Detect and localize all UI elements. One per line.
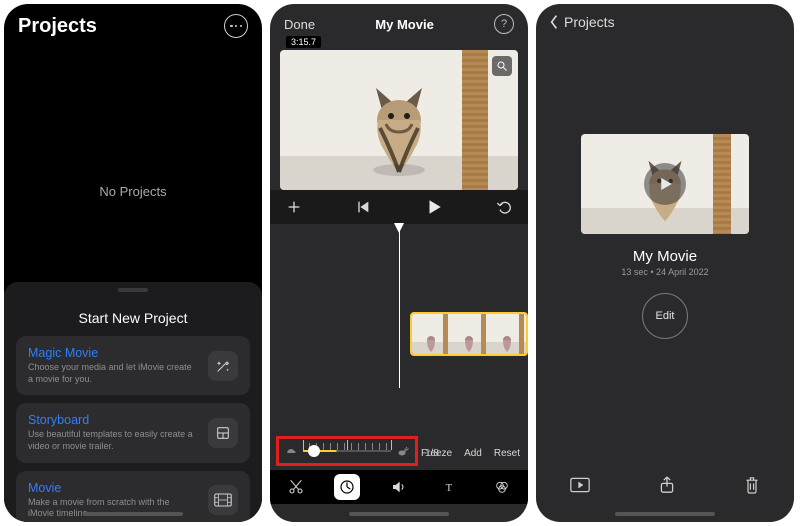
projects-screen: Projects No Projects Start New Project M… xyxy=(4,4,262,522)
playhead[interactable] xyxy=(399,224,400,388)
project-title: My Movie xyxy=(375,17,434,32)
reset-speed-button[interactable]: Reset xyxy=(494,448,520,459)
speed-thumb[interactable] xyxy=(308,445,320,457)
project-thumbnail[interactable] xyxy=(581,134,749,234)
home-indicator[interactable] xyxy=(615,512,715,516)
project-actions xyxy=(536,466,794,504)
play-fullscreen-button[interactable] xyxy=(570,477,590,493)
card-desc: Make a movie from scratch with the iMovi… xyxy=(28,497,198,520)
add-media-button[interactable] xyxy=(286,199,302,215)
help-button[interactable]: ? xyxy=(494,14,514,34)
storyboard-icon xyxy=(208,418,238,448)
cat-image xyxy=(356,80,442,180)
back-button[interactable]: Projects xyxy=(564,14,615,30)
sheet-grabber[interactable] xyxy=(118,288,148,292)
projects-title: Projects xyxy=(18,15,97,38)
project-meta: 13 sec • 24 April 2022 xyxy=(536,267,794,277)
clip-time-badge: 3:15.7 xyxy=(286,32,321,50)
undo-button[interactable] xyxy=(496,199,512,215)
speed-track[interactable] xyxy=(303,450,391,452)
play-overlay-icon[interactable] xyxy=(644,163,686,205)
titles-tool[interactable]: T xyxy=(438,474,464,500)
video-preview[interactable] xyxy=(280,50,518,190)
back-chevron-icon[interactable] xyxy=(548,14,560,30)
magic-movie-card[interactable]: Magic Movie Choose your media and let iM… xyxy=(16,336,250,395)
play-button[interactable] xyxy=(425,198,443,216)
magic-wand-icon xyxy=(208,351,238,381)
more-button[interactable] xyxy=(224,14,248,38)
start-project-sheet: Start New Project Magic Movie Choose you… xyxy=(4,282,262,522)
film-icon xyxy=(208,485,238,515)
storyboard-card[interactable]: Storyboard Use beautiful templates to ea… xyxy=(16,403,250,462)
home-indicator[interactable] xyxy=(83,512,183,516)
zoom-button[interactable] xyxy=(492,56,512,76)
skip-start-button[interactable] xyxy=(355,199,371,215)
card-title: Storyboard xyxy=(28,413,198,427)
rabbit-icon xyxy=(397,445,409,457)
timeline-controls xyxy=(270,190,528,224)
cut-tool[interactable] xyxy=(283,474,309,500)
card-title: Movie xyxy=(28,481,198,495)
share-button[interactable] xyxy=(659,475,675,495)
speed-tool[interactable] xyxy=(334,474,360,500)
card-desc: Choose your media and let iMovie create … xyxy=(28,362,198,385)
freeze-button[interactable]: Freeze xyxy=(421,448,452,459)
card-title: Magic Movie xyxy=(28,346,198,360)
done-button[interactable]: Done xyxy=(284,17,315,32)
edit-button[interactable]: Edit xyxy=(642,293,688,339)
filters-tool[interactable] xyxy=(489,474,515,500)
svg-text:T: T xyxy=(445,483,452,494)
volume-tool[interactable] xyxy=(386,474,412,500)
edit-toolbar: T xyxy=(270,470,528,504)
sheet-title: Start New Project xyxy=(16,310,250,326)
speed-slider[interactable] xyxy=(276,436,418,466)
video-clip[interactable]: T xyxy=(410,312,528,356)
add-speed-button[interactable]: Add xyxy=(464,448,482,459)
ellipsis-icon xyxy=(230,25,242,28)
turtle-icon xyxy=(285,445,297,457)
project-name: My Movie xyxy=(536,248,794,265)
home-indicator[interactable] xyxy=(349,512,449,516)
card-desc: Use beautiful templates to easily create… xyxy=(28,429,198,452)
timeline[interactable]: T xyxy=(270,224,528,388)
no-projects-label: No Projects xyxy=(4,184,262,199)
project-detail-screen: Projects My Movie 13 sec • 24 April 2022… xyxy=(536,4,794,522)
delete-button[interactable] xyxy=(744,475,760,495)
editor-screen: Done My Movie ? 3:15.7 xyxy=(270,4,528,522)
